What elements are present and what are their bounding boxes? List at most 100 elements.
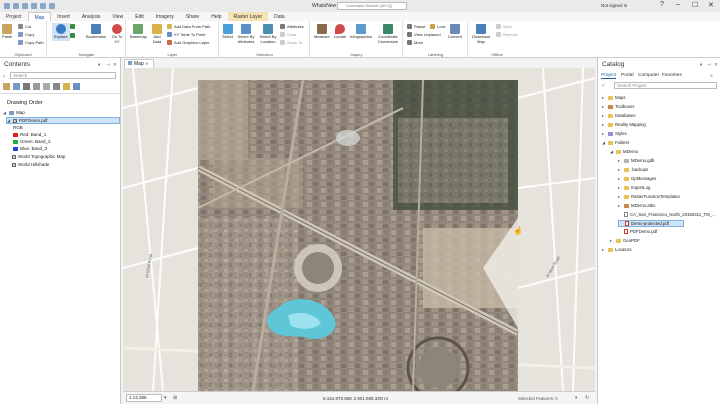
catalog-item-demo-protected-pdf[interactable]: Demo-protected.pdf [618,220,684,227]
tab-edit[interactable]: Edit [129,12,150,21]
list-by-selection-icon[interactable] [23,83,30,90]
catalog-tab-favorites[interactable]: Favorites [662,73,682,78]
go-to-xy-button[interactable]: Go To XY [110,24,124,44]
contents-search-input[interactable]: Search [10,72,116,79]
pause-labeling-button[interactable]: Pause [407,24,425,29]
map-view[interactable]: Al Khail Road Al Wasl Road ☝ [123,68,595,391]
catalog-item-maps[interactable]: ▸ Maps [602,95,626,100]
list-by-drawing-order-icon[interactable] [3,83,10,90]
catalog-menu-icon[interactable]: ≡ [710,73,713,78]
catalog-item-mdemo-atbx[interactable]: ▸ MDemo.atbx [618,203,655,208]
collapse-arrow-icon[interactable]: ◢ [3,110,7,115]
close-pane-icon[interactable]: ✕ [714,62,718,68]
basemap-button[interactable]: Basemap [130,24,147,40]
catalog-item-databases[interactable]: ▸ Databases [602,113,636,118]
project-icon[interactable] [4,3,10,9]
visibility-checkbox[interactable]: ✓ [12,154,16,159]
tab-data[interactable]: Data [268,12,291,21]
copy-path-button[interactable]: Copy Path [18,40,44,45]
tab-map-view[interactable]: Map ✕ [124,59,154,68]
add-graphics-layer-button[interactable]: Add Graphics Layer [167,40,209,45]
tab-map[interactable]: Map [27,12,52,21]
blue-swatch[interactable] [13,146,18,151]
download-map-button[interactable]: Download Map [472,24,490,44]
close-pane-icon[interactable]: ✕ [113,62,117,68]
help-icon[interactable]: ? [660,1,664,8]
tab-imagery[interactable]: Imagery [150,12,180,21]
add-data-from-path-button[interactable]: Add Data From Path [167,24,210,29]
toc-map[interactable]: ◢ Map [3,110,25,115]
undo-icon[interactable] [40,3,46,9]
list-by-source-icon[interactable] [13,83,20,90]
bookmarks-button[interactable]: Bookmarks [86,24,106,40]
filter-icon[interactable]: ▿ [602,83,605,89]
select-by-location-button[interactable]: Select By Location [258,24,278,44]
sync-button[interactable]: Sync [496,24,512,29]
pin-icon[interactable]: ⊣ [707,62,711,68]
catalog-item-reality-mapping[interactable]: ▸ Reality Mapping [602,122,646,127]
zoom-to-selection-button[interactable]: Zoom To [280,40,303,45]
select-by-attributes-button[interactable]: Select By Attributes [236,24,256,44]
clear-selection-button[interactable]: Clear [280,32,297,37]
pause-drawing-icon[interactable]: ⏸ [575,395,578,401]
new-icon[interactable] [13,3,19,9]
filter-icon[interactable]: ▿ [3,74,6,80]
tab-project[interactable]: Project [0,12,28,21]
catalog-item-raster-function-templates[interactable]: ▸ RasterFunctionTemplates [618,194,680,199]
more-labeling-button[interactable]: More [407,40,423,45]
catalog-item-gpmessages[interactable]: ▸ GpMessages [618,176,656,181]
collapse-arrow-icon[interactable]: ◢ [7,118,11,123]
tab-help[interactable]: Help [205,12,227,21]
catalog-item-geopdf[interactable]: ▸ GeoPDF [610,238,640,243]
lock-labeling-button[interactable]: Lock [430,24,445,29]
maximize-icon[interactable]: ☐ [692,1,698,9]
close-tab-icon[interactable]: ✕ [145,61,148,66]
list-by-editing-icon[interactable] [33,83,40,90]
list-by-snapping-icon[interactable] [43,83,50,90]
visibility-checkbox[interactable]: ✓ [12,162,16,167]
refresh-icon[interactable]: ↻ [585,395,589,401]
cut-button[interactable]: Cut [18,24,31,29]
convert-button[interactable]: Convert [448,24,462,40]
catalog-item-folders[interactable]: ◢ Folders [602,140,629,145]
attributes-button[interactable]: Attributes [280,24,304,29]
toc-layer-world-hillshade[interactable]: ✓ World Hillshade [12,162,49,167]
catalog-tab-project[interactable]: Project [601,73,616,79]
select-button[interactable]: Select [222,24,233,40]
catalog-item-pdfdemo-pdf[interactable]: PDFDemo.pdf [618,229,657,234]
command-search-input[interactable]: Command Search (Alt+Q) [337,2,407,10]
green-swatch[interactable] [13,139,18,144]
explore-button[interactable]: Explore [52,23,70,41]
copy-button[interactable]: Copy [18,32,34,37]
tab-share[interactable]: Share [180,12,205,21]
pane-menu-icon[interactable]: ▾ [98,62,100,68]
catalog-tab-computer[interactable]: Computer [638,73,659,78]
xy-table-to-point-button[interactable]: XY Table To Point [167,32,205,37]
catalog-item-mdemo-gdb[interactable]: ▸ MDemo.gdb [618,158,654,163]
map-canvas[interactable]: Al Khail Road Al Wasl Road [123,68,595,391]
locate-button[interactable]: Locate [334,24,346,40]
scale-dropdown-icon[interactable]: ▾ [164,395,167,401]
list-by-charts-icon[interactable] [63,83,70,90]
catalog-item-ca-san-francisco[interactable]: CA_San_Francisco_North_20150311_TM_... [618,212,716,217]
tab-insert[interactable]: Insert [51,12,76,21]
catalog-item-mdemo[interactable]: ◢ MDemo [610,149,638,154]
list-by-labeling-icon[interactable] [53,83,60,90]
view-unplaced-button[interactable]: View Unplaced [407,32,441,37]
sign-in-status[interactable]: Not signed in [601,3,627,8]
zoom-full-button[interactable] [70,24,75,29]
coordinate-conversion-button[interactable]: Coordinate Conversion [375,24,401,44]
map-display-options-icon[interactable]: ⊞ [173,395,177,401]
infographics-button[interactable]: Infographics [350,24,372,40]
measure-button[interactable]: Measure [314,24,330,40]
toc-layer-world-topographic[interactable]: ✓ World Topographic Map [12,154,65,159]
paste-button[interactable]: Paste [2,24,12,40]
visibility-checkbox[interactable]: ✓ [13,118,17,123]
catalog-item-backups[interactable]: ▸ .backups [618,167,648,172]
catalog-item-importlog[interactable]: ▸ ImportLog [618,185,650,190]
pane-menu-icon[interactable]: ▾ [700,62,702,68]
add-data-button[interactable]: Add Data [151,24,163,44]
previous-extent-button[interactable] [70,33,75,38]
close-icon[interactable]: ✕ [708,1,714,9]
red-swatch[interactable] [13,132,18,137]
